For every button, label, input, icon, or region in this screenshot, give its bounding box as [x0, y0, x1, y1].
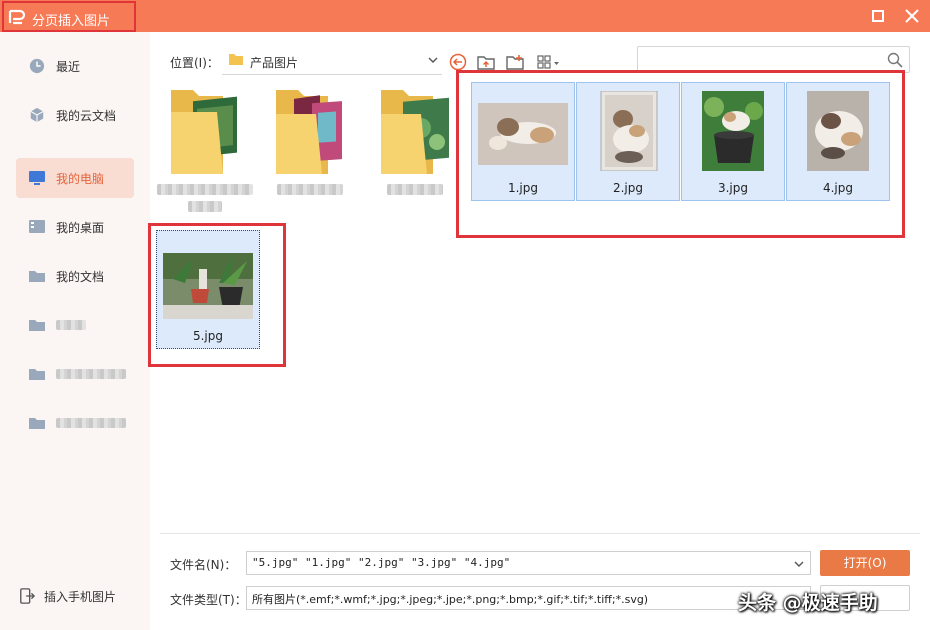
search-box[interactable] [637, 46, 910, 73]
image-thumbnail [600, 91, 658, 171]
insert-picture-dialog: 分页插入图片 最近 我的云文档 我的电脑 我的桌面 我的文档 插入手机图片 位置… [0, 0, 930, 630]
blurred-label [188, 201, 222, 212]
folder-icon [29, 320, 45, 331]
folder-icon [29, 271, 45, 282]
chevron-down-icon[interactable] [794, 560, 804, 568]
title-highlight: 分页插入图片 [2, 1, 136, 32]
folder-with-photos-icon [276, 90, 342, 174]
image-thumbnail [807, 91, 869, 171]
filetype-value: 所有图片(*.emf;*.wmf;*.jpg;*.jpeg;*.jpe;*.pn… [252, 593, 649, 606]
image-thumbnail [163, 253, 253, 319]
sidebar-item-blurred-folder[interactable] [16, 305, 134, 345]
search-icon[interactable] [887, 52, 903, 68]
sidebar-item-desktop[interactable]: 我的桌面 [16, 207, 134, 247]
sidebar-item-blurred-folder[interactable] [16, 403, 134, 443]
sidebar-item-cloud-docs[interactable]: 我的云文档 [16, 95, 134, 135]
open-button[interactable]: 打开(O) [820, 550, 910, 576]
search-input[interactable] [644, 51, 874, 69]
sidebar-item-label: 我的桌面 [56, 221, 105, 235]
watermark: 头条 @极速手助 [738, 592, 878, 614]
filetype-select[interactable]: 所有图片(*.emf;*.wmf;*.jpg;*.jpeg;*.jpe;*.pn… [246, 586, 811, 610]
sidebar-item-my-computer[interactable]: 我的电脑 [16, 158, 134, 198]
sidebar-item-label: 我的电脑 [56, 172, 105, 186]
blurred-label [56, 369, 126, 379]
app-logo-icon [8, 9, 26, 25]
image-thumbnail [478, 103, 568, 165]
insert-phone-image-button[interactable]: 插入手机图片 [16, 584, 146, 610]
folder-name [155, 184, 255, 215]
up-folder-icon[interactable] [476, 53, 496, 71]
monitor-icon [29, 171, 45, 185]
folder-item[interactable] [365, 82, 465, 222]
path-dropdown[interactable]: 产品图片 [222, 47, 442, 75]
image-file-5[interactable]: 5.jpg [156, 230, 260, 349]
clock-icon [29, 58, 45, 74]
folder-icon [229, 54, 243, 65]
title-bar: 分页插入图片 [0, 0, 930, 32]
image-file-4[interactable]: 4.jpg [786, 82, 890, 201]
image-file-3[interactable]: 3.jpg [681, 82, 785, 201]
view-mode-icon[interactable] [536, 53, 562, 71]
sidebar: 最近 我的云文档 我的电脑 我的桌面 我的文档 插入手机图片 [0, 32, 150, 630]
divider [160, 533, 920, 534]
image-file-1[interactable]: 1.jpg [471, 82, 575, 201]
current-path: 产品图片 [250, 56, 299, 70]
blurred-label [387, 184, 443, 195]
maximize-icon[interactable] [868, 6, 888, 26]
blurred-label [157, 184, 253, 195]
sidebar-item-label: 我的文档 [56, 270, 105, 284]
sidebar-item-label: 最近 [56, 60, 81, 74]
file-name: 3.jpg [717, 181, 749, 195]
file-name: 4.jpg [822, 181, 854, 195]
image-thumbnail [702, 91, 764, 171]
folder-with-photos-icon [381, 90, 449, 174]
folder-item[interactable] [155, 82, 255, 222]
cloud-cube-icon [30, 107, 44, 123]
folder-icon [29, 369, 45, 380]
image-file-2[interactable]: 2.jpg [576, 82, 680, 201]
back-icon[interactable] [448, 53, 468, 71]
blurred-label [56, 320, 86, 330]
folder-item[interactable] [260, 82, 360, 222]
phone-button-label: 插入手机图片 [44, 590, 117, 604]
file-name: 1.jpg [507, 181, 539, 195]
folder-with-photos-icon [171, 90, 237, 174]
folder-icon [29, 418, 45, 429]
blurred-label [56, 418, 126, 428]
close-icon[interactable] [902, 6, 922, 26]
new-folder-icon[interactable] [505, 53, 525, 71]
window-title: 分页插入图片 [32, 14, 111, 29]
filetype-label: 文件类型(T)： [170, 593, 247, 607]
folder-name [260, 184, 360, 198]
filename-label: 文件名(N)： [170, 558, 237, 572]
file-name: 5.jpg [192, 329, 224, 343]
phone-import-icon [20, 588, 36, 604]
sidebar-item-label: 我的云文档 [56, 109, 117, 123]
location-label: 位置(I)： [170, 56, 219, 70]
desktop-icon [29, 220, 45, 233]
sidebar-item-recent[interactable]: 最近 [16, 46, 134, 86]
chevron-down-icon [428, 57, 438, 63]
filename-value: "5.jpg" "1.jpg" "2.jpg" "3.jpg" "4.jpg" [252, 556, 511, 569]
sidebar-item-documents[interactable]: 我的文档 [16, 256, 134, 296]
file-name: 2.jpg [612, 181, 644, 195]
folder-name [365, 184, 465, 198]
filename-field[interactable]: "5.jpg" "1.jpg" "2.jpg" "3.jpg" "4.jpg" [246, 551, 811, 575]
blurred-label [277, 184, 343, 195]
sidebar-item-blurred-folder[interactable] [16, 354, 134, 394]
